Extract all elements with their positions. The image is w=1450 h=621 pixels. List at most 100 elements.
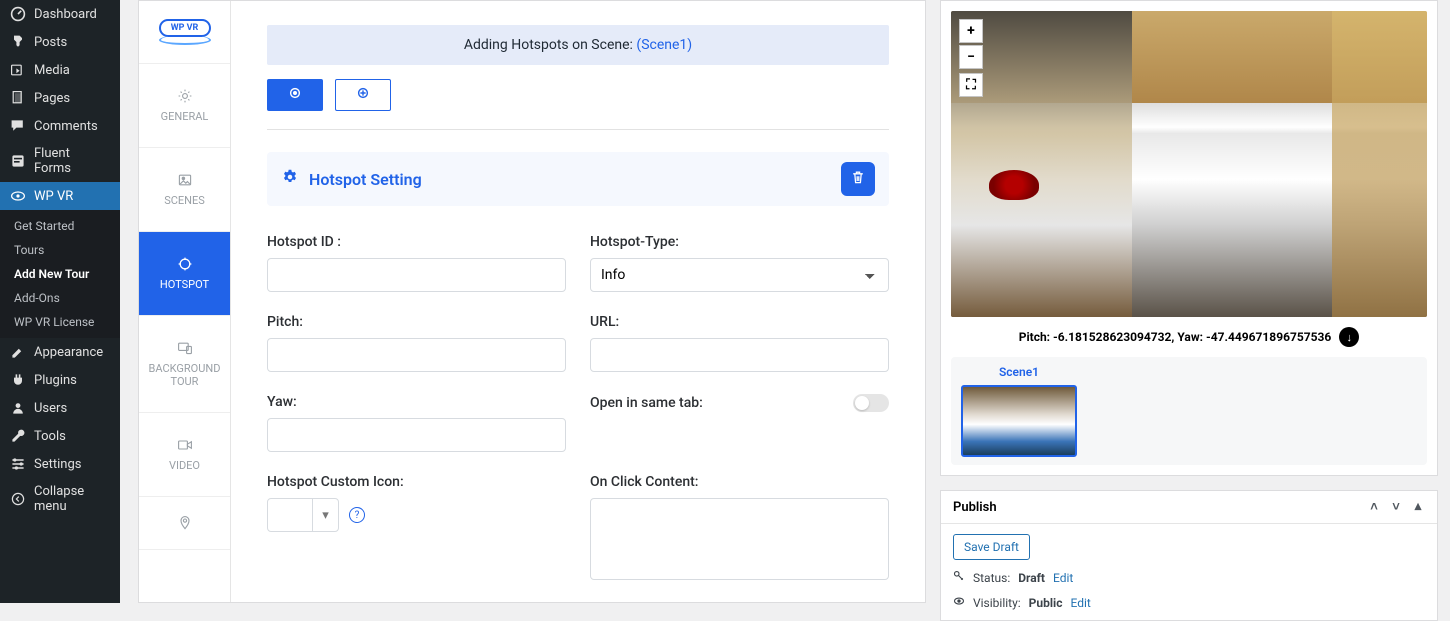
fullscreen-button[interactable]: ⛶	[959, 73, 983, 97]
sidebar-label: Tools	[34, 429, 66, 444]
apply-pitch-yaw-button[interactable]: ↓	[1339, 327, 1359, 347]
textarea-on-click[interactable]	[590, 498, 889, 580]
submenu-get-started[interactable]: Get Started	[14, 214, 120, 238]
info-icon[interactable]: ?	[349, 507, 365, 523]
vtab-label: BACKGROUND TOUR	[143, 362, 226, 388]
publish-header: Publish ˄ ˅ ▴	[941, 491, 1437, 524]
submenu-tours[interactable]: Tours	[14, 238, 120, 262]
vtab-general[interactable]: GENERAL	[139, 64, 230, 148]
sidebar-item-comments[interactable]: Comments	[0, 112, 120, 140]
wp-admin-sidebar: Dashboard Posts Media Pages Comments Flu…	[0, 0, 120, 603]
active-hotspot-button[interactable]	[267, 79, 323, 111]
comment-icon	[10, 118, 26, 134]
vtab-video[interactable]: VIDEO	[139, 413, 230, 497]
label-pitch: Pitch:	[267, 314, 566, 330]
zoom-in-button[interactable]: +	[959, 19, 983, 43]
page-icon	[10, 90, 26, 106]
hotspot-setting-title: Hotspot Setting	[309, 170, 422, 189]
sidebar-item-appearance[interactable]: Appearance	[0, 338, 120, 366]
publish-title: Publish	[953, 500, 997, 515]
field-yaw: Yaw:	[267, 394, 566, 452]
wrench-icon	[10, 428, 26, 444]
zoom-out-button[interactable]: −	[959, 45, 983, 69]
gear-icon	[281, 168, 299, 190]
sidebar-label: Dashboard	[34, 7, 97, 22]
device-icon	[177, 340, 193, 356]
vtab-background-tour[interactable]: BACKGROUND TOUR	[139, 316, 230, 413]
sidebar-item-wpvr[interactable]: WP VR	[0, 182, 120, 210]
panel-toggle-button[interactable]: ▴	[1411, 499, 1425, 515]
publish-body: Save Draft Status: Draft Edit Visibility…	[941, 524, 1437, 620]
banner-scene-name: (Scene1)	[636, 37, 692, 53]
sidebar-item-users[interactable]: Users	[0, 394, 120, 422]
status-edit-link[interactable]: Edit	[1053, 571, 1073, 585]
sidebar-label: Pages	[34, 91, 70, 106]
brush-icon	[10, 344, 26, 360]
scene-thumbnail[interactable]: Scene1	[961, 365, 1077, 457]
label-custom-icon: Hotspot Custom Icon:	[267, 474, 566, 490]
submenu-license[interactable]: WP VR License	[14, 310, 120, 334]
panorama-preview[interactable]: + − ⛶	[951, 11, 1427, 317]
vtab-scenes[interactable]: SCENES	[139, 148, 230, 232]
preview-controls: + − ⛶	[959, 19, 983, 97]
sidebar-item-plugins[interactable]: Plugins	[0, 366, 120, 394]
status-row: Status: Draft Edit	[953, 570, 1425, 585]
panel-down-button[interactable]: ˅	[1389, 499, 1403, 515]
vtab-hotspot[interactable]: HOTSPOT	[139, 232, 230, 316]
pitch-value: -6.181528623094732	[1053, 330, 1171, 344]
sidebar-item-pages[interactable]: Pages	[0, 84, 120, 112]
vtab-label: VIDEO	[169, 459, 200, 472]
toggle-open-same-tab[interactable]	[853, 394, 889, 412]
sidebar-item-settings[interactable]: Settings	[0, 450, 120, 478]
vtab-more[interactable]	[139, 497, 230, 550]
image-icon	[177, 172, 193, 188]
sidebar-item-fluent-forms[interactable]: Fluent Forms	[0, 140, 120, 182]
panel-up-button[interactable]: ˄	[1367, 499, 1381, 515]
field-url: URL:	[590, 314, 889, 372]
field-pitch: Pitch:	[267, 314, 566, 372]
media-icon	[10, 62, 26, 78]
hotspot-form: Adding Hotspots on Scene: (Scene1) Hotsp…	[231, 1, 925, 602]
sidebar-item-posts[interactable]: Posts	[0, 28, 120, 56]
icon-picker-dropdown[interactable]: ▾	[267, 498, 339, 532]
status-value: Draft	[1018, 571, 1045, 585]
field-hotspot-id: Hotspot ID :	[267, 234, 566, 292]
dashboard-icon	[10, 6, 26, 22]
sidebar-item-collapse[interactable]: Collapse menu	[0, 478, 120, 520]
banner-prefix: Adding Hotspots on Scene:	[464, 37, 637, 53]
input-yaw[interactable]	[267, 418, 566, 452]
delete-hotspot-button[interactable]	[841, 162, 875, 196]
eye-icon	[10, 188, 26, 204]
form-icon	[10, 153, 26, 169]
yaw-label: Yaw:	[1177, 330, 1203, 344]
submenu-addons[interactable]: Add-Ons	[14, 286, 120, 310]
download-icon: ↓	[1347, 331, 1353, 344]
target-icon	[177, 256, 193, 272]
pin-icon	[10, 34, 26, 50]
thumb-image	[961, 385, 1077, 457]
sidebar-item-dashboard[interactable]: Dashboard	[0, 0, 120, 28]
triangle-up-icon: ▴	[1415, 499, 1422, 515]
gear-icon	[177, 88, 193, 104]
vertical-tabs: WP VR GENERAL SCENES HOTSPOT BACKGROUND …	[139, 1, 231, 602]
input-url[interactable]	[590, 338, 889, 372]
dot-target-icon	[288, 86, 302, 104]
select-hotspot-type[interactable]: Info	[590, 258, 889, 292]
sidebar-item-media[interactable]: Media	[0, 56, 120, 84]
vtab-label: HOTSPOT	[160, 278, 209, 291]
label-yaw: Yaw:	[267, 394, 566, 410]
add-hotspot-button[interactable]	[335, 79, 391, 111]
label-on-click: On Click Content:	[590, 474, 889, 490]
preview-panel: + − ⛶ Pitch: -6.181528623094732, Yaw: -4…	[940, 0, 1438, 476]
sidebar-item-tools[interactable]: Tools	[0, 422, 120, 450]
input-pitch[interactable]	[267, 338, 566, 372]
fullscreen-icon: ⛶	[966, 77, 976, 93]
sliders-icon	[10, 456, 26, 472]
status-label: Status:	[973, 571, 1010, 585]
submenu-add-new-tour[interactable]: Add New Tour	[14, 262, 120, 286]
save-draft-button[interactable]: Save Draft	[953, 534, 1030, 560]
sidebar-label: WP VR	[34, 189, 73, 204]
field-on-click: On Click Content:	[590, 474, 889, 584]
collapse-icon	[10, 491, 26, 507]
input-hotspot-id[interactable]	[267, 258, 566, 292]
